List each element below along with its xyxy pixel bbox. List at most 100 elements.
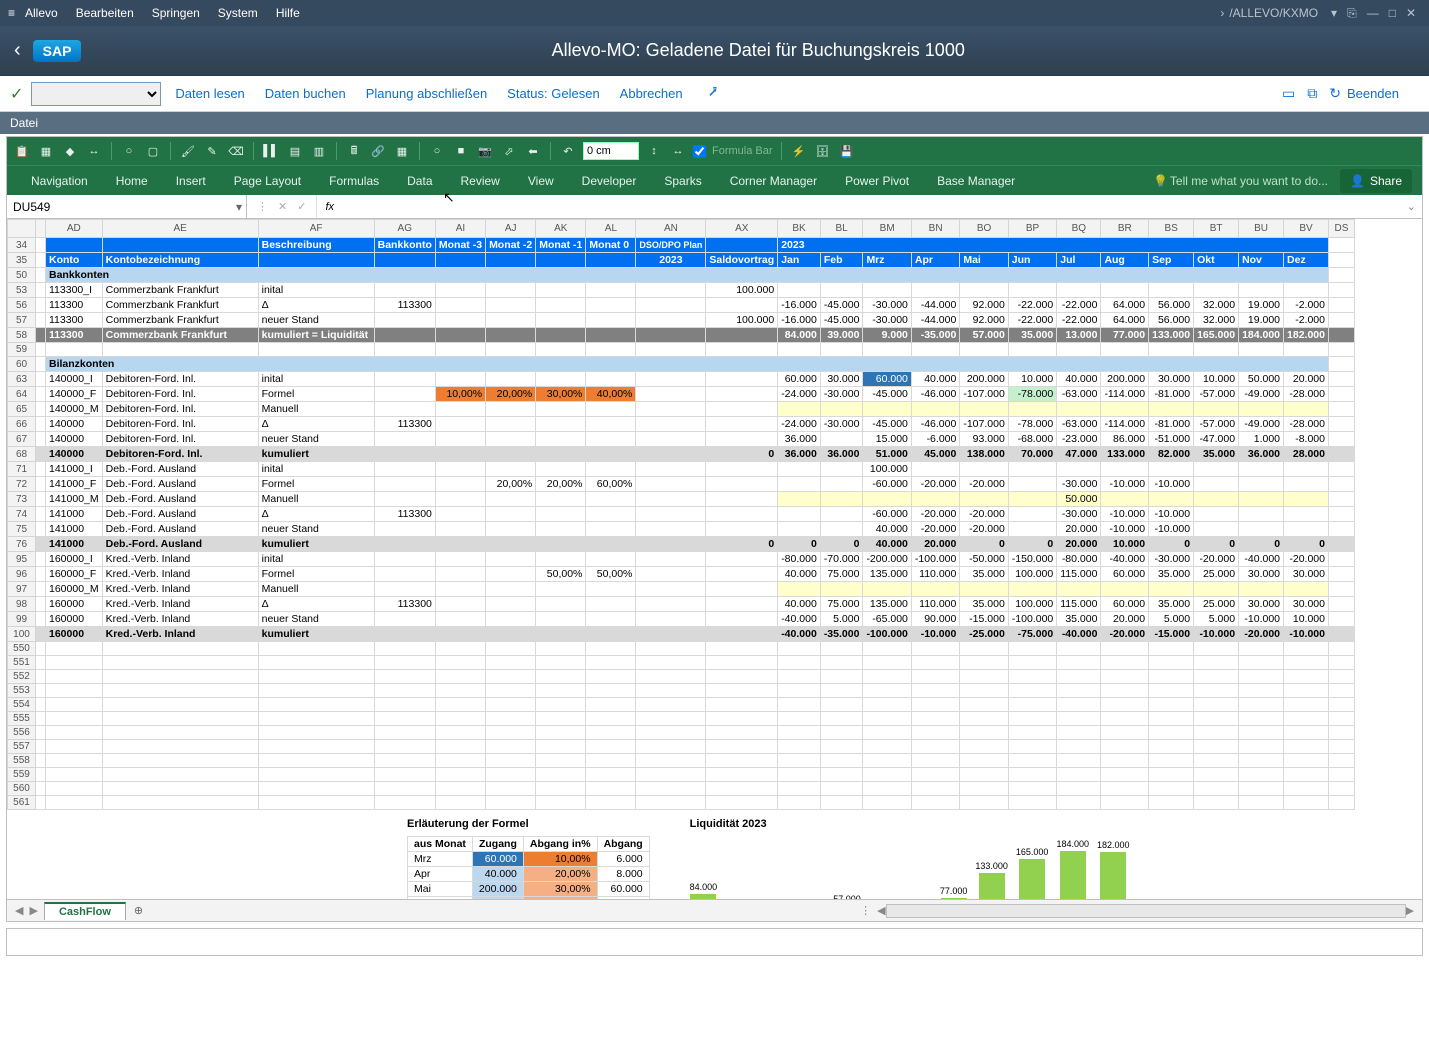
db-icon[interactable]: 🗄: [814, 142, 832, 160]
sheet-grid[interactable]: ADAEAFAGAIAJAKALANAXBKBLBMBNBOBPBQBRBSBT…: [7, 219, 1422, 899]
window-icon[interactable]: ▭: [1282, 85, 1295, 102]
stop-icon[interactable]: ■: [452, 142, 470, 160]
tab-nav-next[interactable]: ▶: [29, 904, 37, 917]
chevron-down-icon[interactable]: ▾: [236, 200, 242, 214]
chart-bar-jan: 84.000 Jan: [690, 882, 718, 899]
planung-abschliessen-link[interactable]: Planung abschließen: [366, 86, 487, 101]
variant-combo[interactable]: [31, 82, 161, 106]
width-icon[interactable]: ↔: [669, 142, 687, 160]
refresh-icon[interactable]: ↻: [1329, 85, 1341, 102]
beenden-link[interactable]: Beenden: [1347, 86, 1399, 101]
accept-fx-icon[interactable]: ✓: [297, 200, 306, 213]
ribbon-tab-data[interactable]: Data: [393, 168, 446, 194]
list-icon[interactable]: ▾: [1331, 6, 1337, 20]
ribbon-tab-formulas[interactable]: Formulas: [315, 168, 393, 194]
abbrechen-link[interactable]: Abbrechen: [620, 86, 683, 101]
chart-bar-mai: 57.000 Mai: [833, 894, 861, 899]
height-icon[interactable]: ↕: [645, 142, 663, 160]
sap-logo: SAP: [33, 40, 82, 62]
horizontal-scrollbar[interactable]: [886, 904, 1406, 918]
fx-icon[interactable]: fx: [317, 201, 342, 213]
menu-system[interactable]: System: [218, 6, 258, 20]
menu-springen[interactable]: Springen: [152, 6, 200, 20]
external-icon[interactable]: ⭷: [709, 82, 718, 106]
camera-icon[interactable]: 📷: [476, 142, 494, 160]
ribbon-tab-power-pivot[interactable]: Power Pivot: [831, 168, 923, 194]
sheet-tab-bar: ◀ ▶ CashFlow ⊕ ⋮ ◀ ▶: [7, 899, 1422, 921]
undo-icon[interactable]: ↶: [559, 142, 577, 160]
daten-buchen-link[interactable]: Daten buchen: [265, 86, 346, 101]
bolt-icon[interactable]: ⚡: [790, 142, 808, 160]
circle-icon[interactable]: ○: [120, 142, 138, 160]
tab-nav-prev[interactable]: ◀: [15, 904, 23, 917]
tell-me-input[interactable]: Tell me what you want to do...: [1170, 174, 1328, 188]
name-box[interactable]: DU549▾: [7, 195, 247, 218]
eraser-icon[interactable]: ⌫: [227, 142, 245, 160]
page-icon[interactable]: ▤: [286, 142, 304, 160]
layout-icon[interactable]: ⧉: [1307, 85, 1317, 102]
add-sheet-button[interactable]: ⊕: [134, 904, 143, 917]
check-icon[interactable]: ✓: [10, 84, 23, 104]
ribbon-tab-base-manager[interactable]: Base Manager: [923, 168, 1029, 194]
excel-container: 📋 ▦ ◆ ↔ ○ ▢ 🖌 ✎ ⌫ ▌▌ ▤ ▥ 🖩 🔗 ▦ ○ ■ 📷 ⬀ ⬅…: [6, 136, 1423, 922]
share-button[interactable]: 👤Share: [1340, 169, 1412, 193]
sap-toolbar: ✓ Daten lesen Daten buchen Planung absch…: [0, 76, 1429, 112]
ribbon-tab-insert[interactable]: Insert: [162, 168, 220, 194]
ribbon-tab-view[interactable]: View: [514, 168, 568, 194]
dots-icon[interactable]: ⋮: [257, 200, 268, 213]
menu-hilfe[interactable]: Hilfe: [276, 6, 300, 20]
split-icon[interactable]: ⋮: [860, 904, 871, 917]
formula-input[interactable]: [342, 195, 1401, 218]
chart-bar-dez: 182.000 Dez: [1097, 840, 1130, 899]
brush-icon[interactable]: 🖌: [179, 142, 197, 160]
record-icon[interactable]: ○: [428, 142, 446, 160]
export-icon[interactable]: ⎘: [1347, 6, 1357, 21]
pen-icon[interactable]: ✎: [203, 142, 221, 160]
chart-title: Liquidität 2023: [690, 818, 1130, 830]
formula-bar-checkbox[interactable]: [693, 145, 706, 158]
formula-explain-block: Erläuterung der Formel aus MonatZugangAb…: [407, 818, 650, 899]
liquidity-chart: Liquidität 2023 84.000 Jan39.000 Feb9.00…: [690, 818, 1130, 899]
table-icon[interactable]: ▦: [393, 142, 411, 160]
ribbon-tab-developer[interactable]: Developer: [568, 168, 651, 194]
excel-ribbon-tabs: NavigationHomeInsertPage LayoutFormulasD…: [7, 165, 1422, 195]
chart-bar-sep: 133.000 Sep: [975, 861, 1008, 899]
back-button[interactable]: ‹: [14, 39, 21, 62]
menu-allevo[interactable]: Allevo: [25, 6, 58, 20]
menu-bearbeiten[interactable]: Bearbeiten: [76, 6, 134, 20]
popout-icon[interactable]: ⬀: [500, 142, 518, 160]
save2-icon[interactable]: 💾: [838, 142, 856, 160]
ribbon-tab-sparks[interactable]: Sparks: [650, 168, 715, 194]
link-icon[interactable]: 🔗: [369, 142, 387, 160]
ruler-icon[interactable]: ▌▌: [262, 142, 280, 160]
status-link[interactable]: Status: Gelesen: [507, 86, 600, 101]
sheet-tab-cashflow[interactable]: CashFlow: [44, 902, 126, 920]
snap-icon[interactable]: ◆: [61, 142, 79, 160]
maximize-icon[interactable]: □: [1389, 6, 1396, 20]
expand-fbar-icon[interactable]: ⌄: [1401, 200, 1422, 213]
ribbon-tab-page-layout[interactable]: Page Layout: [220, 168, 315, 194]
calc-icon[interactable]: 🖩: [345, 142, 363, 160]
chart-bar-okt: 165.000 Okt: [1016, 847, 1049, 899]
ribbon-tab-review[interactable]: Review: [447, 168, 514, 194]
cancel-fx-icon[interactable]: ✕: [278, 200, 287, 213]
sheet-icon[interactable]: ▥: [310, 142, 328, 160]
menu-icon[interactable]: ≡: [8, 6, 15, 20]
ribbon-tab-navigation[interactable]: Navigation: [17, 168, 102, 194]
chevron-right-icon[interactable]: ›: [1220, 6, 1224, 20]
ribbon-tab-corner-manager[interactable]: Corner Manager: [716, 168, 831, 194]
scroll-left-icon[interactable]: ◀: [877, 904, 885, 917]
minimize-icon[interactable]: —: [1367, 6, 1379, 20]
daten-lesen-link[interactable]: Daten lesen: [175, 86, 244, 101]
scroll-right-icon[interactable]: ▶: [1406, 904, 1414, 917]
import-icon[interactable]: ⬅: [524, 142, 542, 160]
paste-icon[interactable]: 📋: [13, 142, 31, 160]
close-icon[interactable]: ✕: [1406, 6, 1416, 20]
grid-icon[interactable]: ▦: [37, 142, 55, 160]
square-icon[interactable]: ▢: [144, 142, 162, 160]
zoom-input[interactable]: [583, 142, 639, 160]
file-bar-label: Datei: [10, 116, 38, 130]
ribbon-tab-home[interactable]: Home: [102, 168, 162, 194]
arrow-icon[interactable]: ↔: [85, 142, 103, 160]
tcode-field[interactable]: /ALLEVO/KXMO: [1229, 6, 1318, 20]
